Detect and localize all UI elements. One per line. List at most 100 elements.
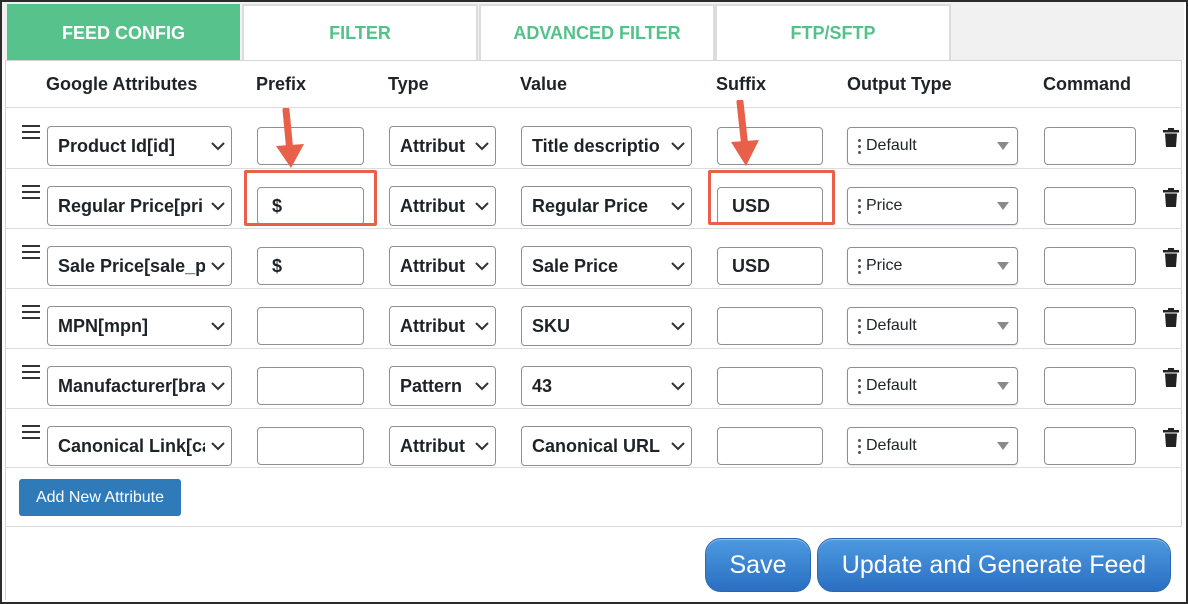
chevron-down-icon [469, 367, 495, 405]
trash-icon[interactable] [1162, 368, 1180, 388]
type-value: Attribut [400, 435, 465, 456]
chevron-down-icon [205, 307, 231, 345]
chevron-down-icon [205, 367, 231, 405]
chevron-down-icon [469, 187, 495, 225]
drag-handle-icon[interactable] [22, 245, 40, 259]
chevron-down-icon [205, 127, 231, 165]
add-new-attribute-button[interactable]: Add New Attribute [19, 479, 181, 516]
update-and-generate-feed-button[interactable]: Update and Generate Feed [817, 538, 1171, 592]
drag-dots-icon [852, 318, 866, 334]
type-select[interactable]: Attribut [389, 186, 496, 226]
value-select[interactable]: Sale Price [521, 246, 692, 286]
drag-dots-icon [852, 258, 866, 274]
google-attribute-value: Manufacturer[bra [58, 375, 205, 396]
attribute-row: Regular Price[pri $ Attribut Regular Pri… [0, 168, 1188, 228]
output-type-select[interactable]: Default [847, 427, 1018, 465]
prefix-input[interactable]: $ [257, 247, 364, 285]
prefix-input[interactable] [257, 427, 364, 465]
chevron-down-icon [665, 247, 691, 285]
chevron-down-icon [469, 127, 495, 165]
prefix-input[interactable] [257, 307, 364, 345]
triangle-down-icon [997, 442, 1009, 450]
output-type-value: Default [866, 377, 917, 394]
suffix-input[interactable]: USD [717, 247, 823, 285]
drag-handle-icon[interactable] [22, 305, 40, 319]
chevron-down-icon [469, 247, 495, 285]
output-type-select[interactable]: Price [847, 247, 1018, 285]
output-type-select[interactable]: Default [847, 127, 1018, 165]
command-input[interactable] [1044, 247, 1136, 285]
attribute-row: Sale Price[sale_p $ Attribut Sale Price … [0, 228, 1188, 288]
output-type-value: Price [866, 257, 903, 274]
trash-icon[interactable] [1162, 428, 1180, 448]
drag-handle-icon[interactable] [22, 125, 40, 139]
tab-filter[interactable]: FILTER [242, 4, 478, 60]
header-prefix: Prefix [256, 74, 307, 94]
command-input[interactable] [1044, 187, 1136, 225]
output-type-select[interactable]: Default [847, 367, 1018, 405]
trash-icon[interactable] [1162, 308, 1180, 328]
google-attribute-value: Sale Price[sale_p [58, 255, 205, 276]
prefix-highlight-box [244, 170, 377, 226]
google-attribute-select[interactable]: Canonical Link[ca [47, 426, 232, 466]
header-suffix: Suffix [716, 74, 767, 94]
triangle-down-icon [997, 382, 1009, 390]
chevron-down-icon [469, 427, 495, 465]
trash-icon[interactable] [1162, 248, 1180, 268]
save-button[interactable]: Save [705, 538, 811, 592]
type-value: Attribut [400, 315, 465, 336]
type-select[interactable]: Attribut [389, 306, 496, 346]
red-arrow-annotation [276, 108, 304, 168]
triangle-down-icon [997, 322, 1009, 330]
google-attribute-select[interactable]: Product Id[id] [47, 126, 232, 166]
drag-dots-icon [852, 198, 866, 214]
drag-dots-icon [852, 138, 866, 154]
value-select[interactable]: Canonical URL [521, 426, 692, 466]
command-input[interactable] [1044, 127, 1136, 165]
chevron-down-icon [205, 187, 231, 225]
suffix-input[interactable] [717, 307, 823, 345]
chevron-down-icon [205, 427, 231, 465]
header-type: Type [388, 74, 429, 94]
drag-handle-icon[interactable] [22, 185, 40, 199]
type-select[interactable]: Pattern [389, 366, 496, 406]
output-type-select[interactable]: Default [847, 307, 1018, 345]
google-attribute-select[interactable]: Regular Price[pri [47, 186, 232, 226]
type-select[interactable]: Attribut [389, 426, 496, 466]
value-select[interactable]: Title descriptio [521, 126, 692, 166]
value-select[interactable]: Regular Price [521, 186, 692, 226]
value-value: SKU [532, 315, 571, 336]
google-attribute-select[interactable]: Manufacturer[bra [47, 366, 232, 406]
suffix-highlight-box [708, 170, 835, 225]
type-select[interactable]: Attribut [389, 126, 496, 166]
value-value: Regular Price [532, 195, 649, 216]
command-input[interactable] [1044, 427, 1136, 465]
google-attribute-select[interactable]: Sale Price[sale_p [47, 246, 232, 286]
drag-handle-icon[interactable] [22, 425, 40, 439]
drag-dots-icon [852, 378, 866, 394]
command-input[interactable] [1044, 307, 1136, 345]
prefix-value: $ [272, 255, 283, 276]
value-value: Sale Price [532, 255, 619, 276]
type-select[interactable]: Attribut [389, 246, 496, 286]
value-select[interactable]: 43 [521, 366, 692, 406]
header-google-attributes: Google Attributes [46, 74, 198, 94]
tab-ftp-sftp[interactable]: FTP/SFTP [715, 4, 951, 60]
output-type-select[interactable]: Price [847, 187, 1018, 225]
tab-feed-config[interactable]: FEED CONFIG [7, 4, 240, 60]
tab-advanced-filter[interactable]: ADVANCED FILTER [479, 4, 715, 60]
value-select[interactable]: SKU [521, 306, 692, 346]
trash-icon[interactable] [1162, 128, 1180, 148]
triangle-down-icon [997, 202, 1009, 210]
output-type-value: Default [866, 437, 917, 454]
prefix-input[interactable] [257, 367, 364, 405]
drag-handle-icon[interactable] [22, 365, 40, 379]
command-input[interactable] [1044, 367, 1136, 405]
google-attribute-value: MPN[mpn] [58, 315, 148, 336]
google-attribute-select[interactable]: MPN[mpn] [47, 306, 232, 346]
attribute-row: Canonical Link[ca Attribut Canonical URL… [0, 408, 1188, 468]
trash-icon[interactable] [1162, 188, 1180, 208]
suffix-input[interactable] [717, 427, 823, 465]
attribute-row: Product Id[id] Attribut Title descriptio… [0, 108, 1188, 168]
suffix-input[interactable] [717, 367, 823, 405]
